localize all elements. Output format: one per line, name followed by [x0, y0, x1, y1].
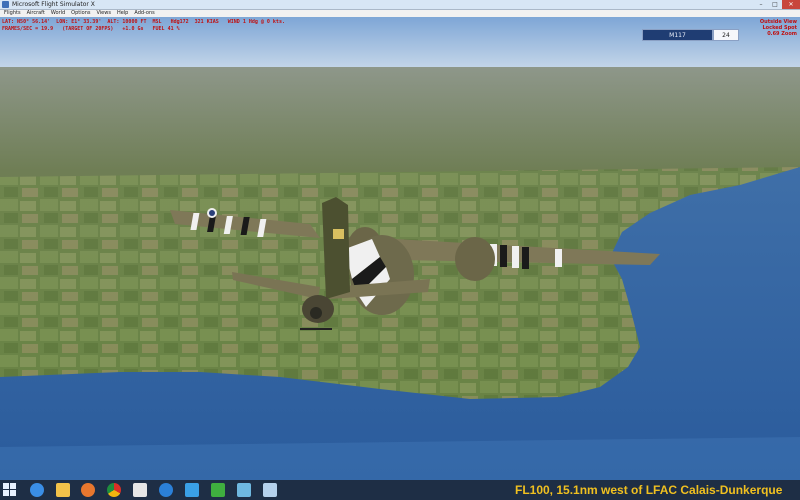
view-info: Outside View Locked Spot 0.69 Zoom — [760, 19, 797, 37]
ie-icon[interactable] — [30, 483, 44, 497]
menu-options[interactable]: Options — [71, 10, 90, 17]
menu-views[interactable]: Views — [96, 10, 110, 17]
flight-scene[interactable] — [0, 17, 800, 480]
position-status: FL100, 15.1nm west of LFAC Calais-Dunker… — [515, 483, 783, 497]
window-icon[interactable] — [263, 483, 277, 497]
image-icon[interactable] — [133, 483, 147, 497]
explorer-icon[interactable] — [56, 483, 70, 497]
menu-aircraft[interactable]: Aircraft — [27, 10, 45, 17]
start-icon[interactable] — [3, 483, 17, 497]
title-bar: Microsoft Flight Simulator X – □ ✕ — [0, 0, 800, 10]
menu-help[interactable]: Help — [117, 10, 128, 17]
photo-icon[interactable] — [237, 483, 251, 497]
maximize-icon[interactable]: □ — [768, 0, 782, 9]
chrome-icon[interactable] — [107, 483, 121, 497]
info-line-2: FRAMES/SEC = 19.9 (TARGET OF 20FPS) +1.0… — [2, 26, 180, 32]
menu-bar: Flights Aircraft World Options Views Hel… — [0, 10, 800, 17]
player-count: 24 — [713, 29, 739, 41]
flight-icon[interactable] — [185, 483, 199, 497]
menu-flights[interactable]: Flights — [4, 10, 21, 17]
close-icon[interactable]: ✕ — [782, 0, 800, 9]
flight-info-readout: LAT: N50° 56.14' LON: E1° 33.39' ALT: 10… — [2, 19, 285, 33]
edge-icon[interactable] — [159, 483, 173, 497]
menu-world[interactable]: World — [51, 10, 65, 17]
green-app-icon[interactable] — [211, 483, 225, 497]
zoom-level: 0.69 Zoom — [767, 31, 797, 37]
info-line-1: LAT: N50° 56.14' LON: E1° 33.39' ALT: 10… — [2, 19, 285, 25]
scenery-view — [0, 17, 800, 480]
minimize-icon[interactable]: – — [754, 0, 768, 9]
app-icon — [2, 1, 9, 8]
window-title: Microsoft Flight Simulator X — [12, 1, 95, 8]
callsign-field[interactable]: M117 — [642, 29, 713, 41]
menu-addons[interactable]: Add-ons — [134, 10, 154, 17]
media-player-icon[interactable] — [81, 483, 95, 497]
window-controls: – □ ✕ — [754, 0, 800, 9]
multiplayer-panel[interactable]: M117 24 — [642, 29, 739, 41]
